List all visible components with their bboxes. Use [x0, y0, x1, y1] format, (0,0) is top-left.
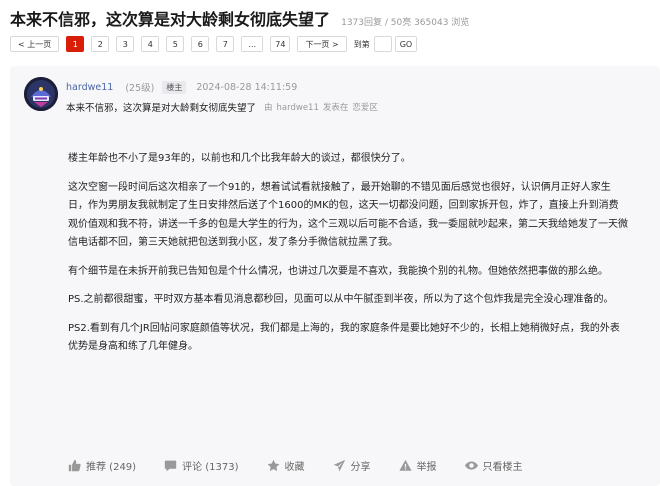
eye-icon — [464, 461, 478, 470]
pagination: < 上一页 1 2 3 4 5 6 7 ... 74 下一页 > 到第 GO — [10, 36, 418, 52]
share-label: 分享 — [350, 462, 371, 473]
favorite-button[interactable]: 收藏 — [267, 458, 305, 473]
author-name[interactable]: hardwe11 — [66, 82, 113, 93]
warning-icon — [398, 459, 412, 471]
page-button-6[interactable]: 6 — [191, 36, 210, 52]
page-button-7[interactable]: 7 — [216, 36, 235, 52]
recommend-label: 推荐 (249) — [86, 462, 137, 473]
share-button[interactable]: 分享 — [333, 458, 371, 473]
thread-header: 本来不信邪，这次算是对大龄剩女彻底失望了 1373回复 / 50亮 365043… — [10, 6, 469, 30]
prev-page-button[interactable]: < 上一页 — [10, 36, 60, 52]
publish-author[interactable]: hardwe11 — [277, 103, 319, 113]
board-link[interactable]: 恋爱区 — [352, 103, 378, 113]
page-button-2[interactable]: 2 — [91, 36, 110, 52]
recommend-button[interactable]: 推荐 (249) — [68, 458, 136, 473]
post-paragraph: 有个细节是在未拆开前我已告知包是个什么情况，也讲过几次要是不喜欢，我能换个别的礼… — [68, 265, 608, 277]
only-op-button[interactable]: 只看楼主 — [464, 458, 523, 473]
comment-icon — [164, 460, 177, 472]
post-paragraph: 楼主年龄也不小了是93年的，以前也和几个比我年龄大的谈过，都很快分了。 — [68, 153, 411, 164]
comment-button[interactable]: 评论 (1373) — [164, 458, 239, 473]
post-paragraph: 这次空窗一段时间后这次相亲了一个91的，想着试试看就接触了，最开始聊的不错见面后… — [68, 181, 628, 249]
post-subtitle-row: 本来不信邪，这次算是对大龄剩女彻底失望了 由 hardwe11 发表在 恋爱区 — [66, 100, 382, 114]
post-meta: hardwe11 (25级) 楼主 2024-08-28 14:11:59 — [66, 80, 297, 94]
thread-stats: 1373回复 / 50亮 365043 浏览 — [341, 18, 470, 28]
star-icon — [267, 459, 279, 472]
avatar-image — [24, 77, 58, 111]
page-button-last[interactable]: 74 — [270, 36, 291, 52]
page-button-1[interactable]: 1 — [66, 36, 85, 52]
post-title: 本来不信邪，这次算是对大龄剩女彻底失望了 — [66, 103, 257, 114]
post-actions: 推荐 (249) 评论 (1373) 收藏 分享 举报 只看楼主 — [68, 458, 551, 473]
op-badge: 楼主 — [162, 80, 187, 94]
goto-label: 到第 — [353, 39, 370, 49]
share-icon — [333, 459, 345, 472]
avatar[interactable] — [24, 77, 58, 111]
report-label: 举报 — [416, 462, 437, 473]
author-level: (25级) — [125, 83, 155, 94]
publish-note: 由 hardwe11 发表在 恋爱区 — [264, 101, 382, 113]
post-card: hardwe11 (25级) 楼主 2024-08-28 14:11:59 本来… — [10, 66, 660, 486]
post-paragraph: PS.之前都很甜蜜，平时双方基本看见消息都秒回，见面可以从中午腻歪到半夜，所以为… — [68, 294, 614, 305]
comment-label: 评论 (1373) — [182, 462, 239, 473]
goto-page-input[interactable] — [373, 36, 392, 52]
only-op-label: 只看楼主 — [482, 462, 523, 473]
thumbs-up-icon — [68, 459, 81, 472]
page-button-4[interactable]: 4 — [141, 36, 160, 52]
report-button[interactable]: 举报 — [398, 458, 437, 473]
go-button[interactable]: GO — [394, 36, 418, 52]
thread-title: 本来不信邪，这次算是对大龄剩女彻底失望了 — [10, 10, 331, 29]
page-button-5[interactable]: 5 — [166, 36, 185, 52]
post-paragraph: PS2.看到有几个JR回帖问家庭颜值等状况，我们都是上海的，我的家庭条件是要比她… — [68, 322, 620, 353]
next-page-button[interactable]: 下一页 > — [297, 36, 347, 52]
favorite-label: 收藏 — [284, 462, 305, 473]
publish-verb: 发表在 — [322, 103, 349, 113]
post-time: 2024-08-28 14:11:59 — [196, 81, 298, 93]
page-button-3[interactable]: 3 — [116, 36, 135, 52]
post-body: 楼主年龄也不小了是93年的，以前也和几个比我年龄大的谈过，都很快分了。 这次空窗… — [68, 150, 628, 367]
publish-prefix: 由 — [264, 103, 273, 113]
page-ellipsis: ... — [241, 36, 264, 52]
